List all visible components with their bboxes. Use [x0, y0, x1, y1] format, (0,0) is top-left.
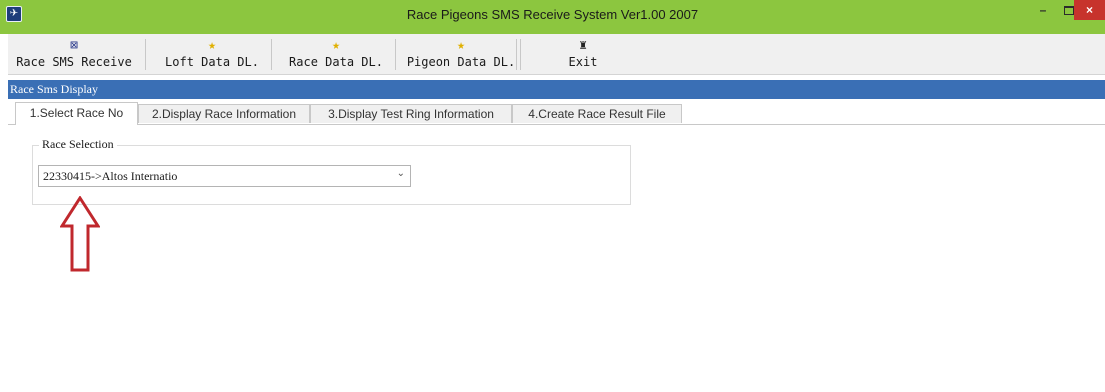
tab-display-test-ring-information[interactable]: 3.Display Test Ring Information	[310, 104, 512, 123]
toolbar-button-label: Loft Data DL.	[165, 55, 259, 69]
section-header: Race Sms Display	[8, 80, 1105, 99]
up-arrow-annotation-icon	[60, 196, 100, 272]
title-bar: ✈ Race Pigeons SMS Receive System Ver1.0…	[0, 0, 1105, 34]
toolbar: ⊠ Race SMS Receive ★ Loft Data DL. ★ Rac…	[8, 34, 1105, 75]
toolbar-button-label: Race SMS Receive	[16, 55, 132, 69]
sms-receive-icon: ⊠	[70, 38, 78, 53]
tab-select-race-no[interactable]: 1.Select Race No	[15, 102, 138, 125]
toolbar-button-label: Race Data DL.	[289, 55, 383, 69]
exit-door-icon: ♜	[579, 38, 587, 53]
toolbar-separator	[145, 39, 146, 70]
race-select-dropdown[interactable]: 22330415->Altos Internatio ⌄	[38, 165, 411, 187]
client-area: ⊠ Race SMS Receive ★ Loft Data DL. ★ Rac…	[8, 34, 1105, 392]
toolbar-separator	[271, 39, 272, 70]
tab-strip: 1.Select Race No 2.Display Race Informat…	[8, 102, 1105, 125]
toolbar-button-label: Pigeon Data DL.	[406, 55, 516, 69]
runner-icon: ★	[332, 38, 340, 53]
loft-data-dl-button[interactable]: ★ Loft Data DL.	[156, 38, 268, 72]
toolbar-separator	[520, 39, 521, 70]
race-selection-label: Race Selection	[39, 137, 117, 152]
race-data-dl-button[interactable]: ★ Race Data DL.	[278, 38, 394, 72]
app-window: ✈ Race Pigeons SMS Receive System Ver1.0…	[0, 0, 1105, 392]
pigeon-data-dl-button[interactable]: ★ Pigeon Data DL.	[400, 38, 522, 72]
chevron-down-icon: ⌄	[396, 168, 405, 179]
close-button[interactable]: ×	[1074, 0, 1105, 20]
minimize-button[interactable]: –	[1030, 0, 1056, 20]
toolbar-separator	[516, 39, 517, 70]
window-title: Race Pigeons SMS Receive System Ver1.00 …	[406, 7, 699, 22]
exit-button[interactable]: ♜ Exit	[543, 38, 623, 72]
toolbar-separator	[395, 39, 396, 70]
maximize-icon	[1064, 6, 1074, 15]
race-sms-receive-button[interactable]: ⊠ Race SMS Receive	[10, 38, 138, 72]
tab-display-race-information[interactable]: 2.Display Race Information	[138, 104, 310, 123]
race-select-value: 22330415->Altos Internatio	[43, 169, 178, 183]
toolbar-button-label: Exit	[568, 55, 598, 69]
runner-icon: ★	[457, 38, 465, 53]
runner-icon: ★	[208, 38, 216, 53]
tab-create-race-result-file[interactable]: 4.Create Race Result File	[512, 104, 682, 123]
